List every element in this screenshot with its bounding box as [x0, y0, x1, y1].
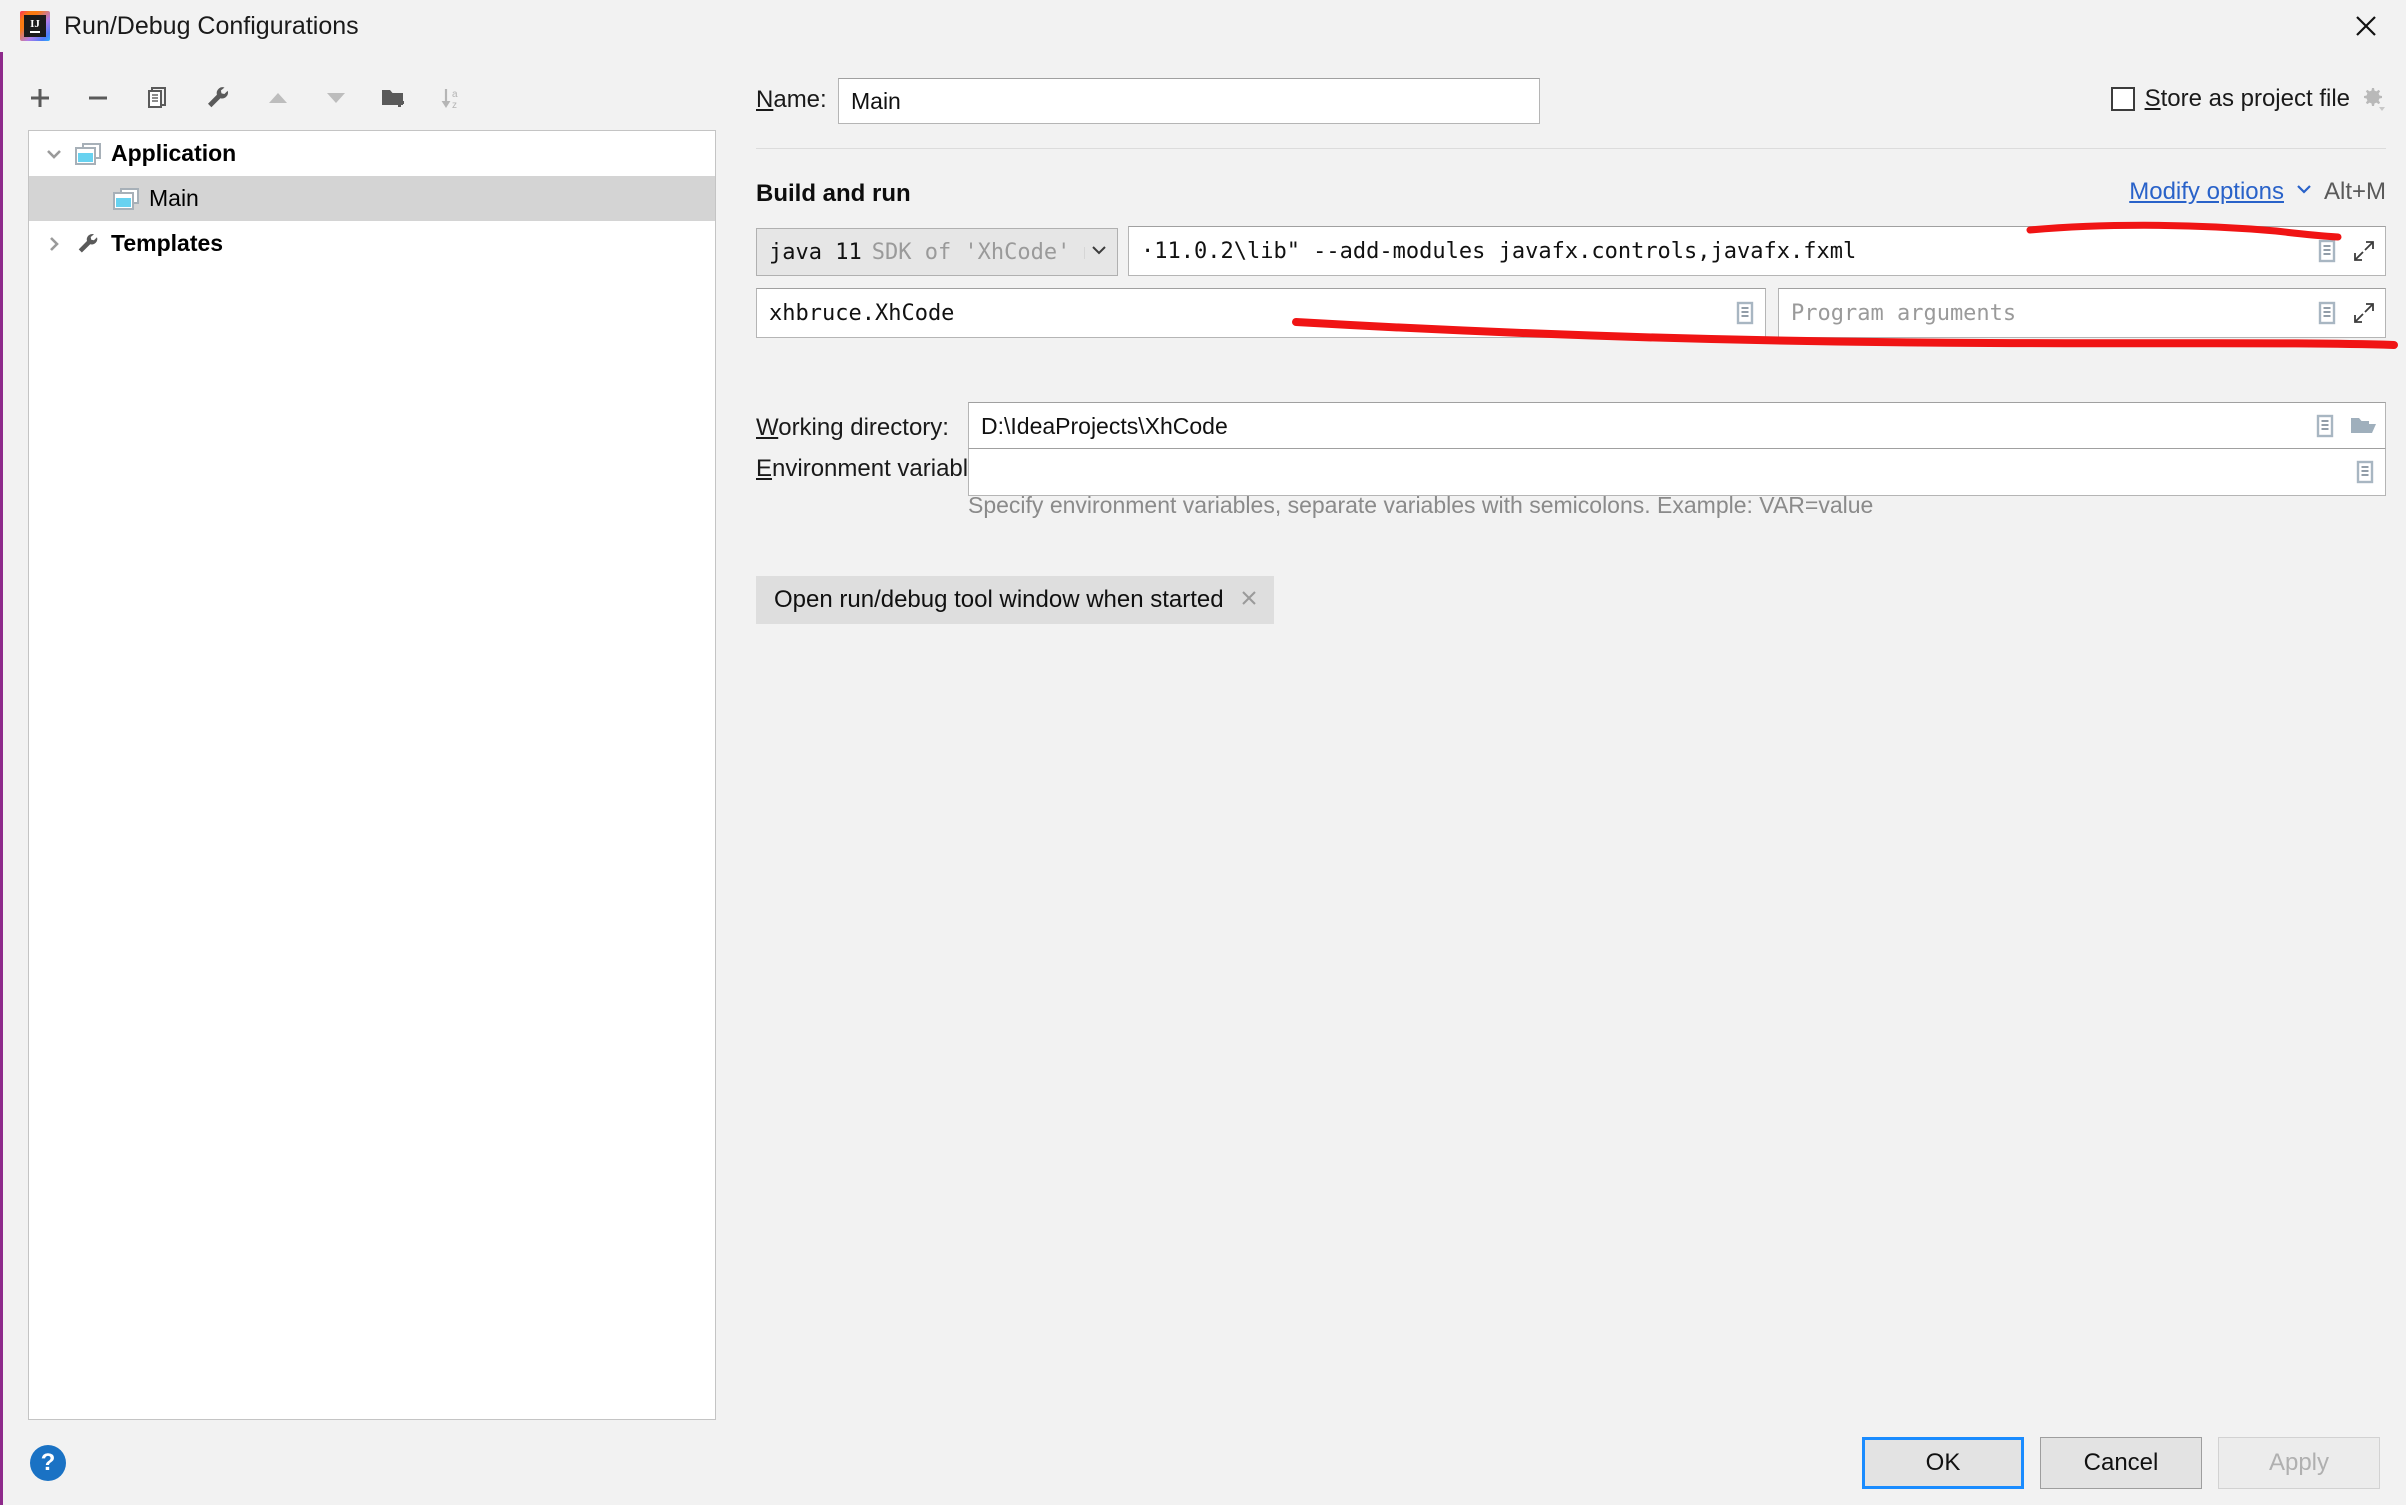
modify-options-group: Modify options Alt+M [2129, 178, 2386, 206]
macro-list-icon[interactable] [2315, 238, 2339, 264]
chip-label: Open run/debug tool window when started [774, 586, 1224, 613]
gear-icon[interactable] [2360, 86, 2386, 112]
name-input[interactable]: Main [838, 78, 1540, 124]
configuration-editor-pane: Name: Main Store as project file Build a… [756, 60, 2386, 1390]
main-class-input[interactable]: xhbruce.XhCode [756, 288, 1766, 338]
folder-open-icon[interactable] [2349, 414, 2377, 438]
add-configuration-button[interactable] [20, 78, 60, 118]
vm-options-value: ·11.0.2\lib" --add-modules javafx.contro… [1141, 238, 1857, 264]
close-icon[interactable] [2344, 6, 2388, 46]
chevron-down-icon[interactable] [37, 131, 71, 176]
working-directory-input[interactable]: D:\IdeaProjects\XhCode [968, 402, 2386, 450]
tree-node-main[interactable]: Main [29, 176, 715, 221]
dialog-button-bar: OK Cancel Apply [1862, 1437, 2380, 1489]
store-as-project-file-checkbox[interactable]: Store as project file [2110, 84, 2386, 114]
expand-icon[interactable] [2351, 300, 2377, 326]
intellij-idea-logo-icon: IJ [20, 11, 50, 41]
move-down-button[interactable] [316, 78, 356, 118]
jre-combobox[interactable]: java 11 SDK of 'XhCode' mod [756, 228, 1118, 276]
checkbox-box[interactable] [2110, 87, 2135, 111]
modify-options-link[interactable]: Modify options [2129, 178, 2284, 206]
program-arguments-placeholder: Program arguments [1791, 300, 2017, 326]
environment-variables-input[interactable] [968, 448, 2386, 496]
copy-configuration-button[interactable] [138, 78, 178, 118]
build-and-run-title: Build and run [756, 180, 911, 207]
application-icon [71, 131, 105, 176]
tree-node-label: Main [149, 185, 199, 211]
chevron-down-icon[interactable] [1089, 240, 1109, 265]
environment-variables-hint: Specify environment variables, separate … [968, 492, 1874, 518]
cancel-button[interactable]: Cancel [2040, 1437, 2202, 1489]
vm-options-input[interactable]: ·11.0.2\lib" --add-modules javafx.contro… [1128, 226, 2386, 276]
expand-icon[interactable] [2351, 238, 2377, 264]
tree-node-application[interactable]: Application [29, 131, 715, 176]
ok-button[interactable]: OK [1862, 1437, 2024, 1489]
macro-list-icon[interactable] [2313, 413, 2337, 439]
jre-value: java 11 [769, 239, 862, 265]
name-input-value: Main [851, 87, 901, 114]
name-row: Name: [756, 85, 827, 115]
help-question-icon: ? [40, 1449, 56, 1476]
main-class-value: xhbruce.XhCode [769, 300, 955, 326]
chevron-right-icon[interactable] [37, 221, 71, 266]
remove-configuration-button[interactable] [78, 78, 118, 118]
modify-options-shortcut: Alt+M [2323, 178, 2386, 205]
name-label: Name: [756, 86, 827, 113]
store-as-project-file-label: Store as project file [2144, 85, 2350, 112]
run-debug-configurations-dialog: IJ Run/Debug Configurations a z Applicat… [0, 0, 2406, 1505]
open-tool-window-chip[interactable]: Open run/debug tool window when started [756, 576, 1274, 624]
application-icon [109, 176, 143, 221]
jre-sub-value: SDK of 'XhCode' mod [871, 239, 1085, 265]
working-directory-value: D:\IdeaProjects\XhCode [981, 412, 1228, 439]
sort-alphabetically-button[interactable]: a z [432, 78, 472, 118]
svg-text:a: a [452, 89, 458, 100]
edit-templates-wrench-icon[interactable] [198, 78, 238, 118]
section-divider [756, 148, 2386, 149]
configurations-tree: Application Main Templates [28, 130, 716, 1420]
tree-node-templates[interactable]: Templates [29, 221, 715, 266]
window-accent-strip [0, 0, 3, 1505]
macro-list-icon[interactable] [2315, 300, 2339, 326]
chevron-down-icon[interactable] [2294, 179, 2314, 205]
wrench-icon [71, 221, 105, 266]
tree-node-label: Application [111, 140, 237, 166]
tree-node-label: Templates [111, 230, 224, 256]
help-button[interactable]: ? [30, 1445, 66, 1481]
close-small-icon[interactable] [1238, 585, 1260, 616]
program-arguments-input[interactable]: Program arguments [1778, 288, 2386, 338]
move-up-button[interactable] [258, 78, 298, 118]
macro-list-icon[interactable] [2353, 459, 2377, 485]
macro-list-icon[interactable] [1733, 300, 1757, 326]
window-title: Run/Debug Configurations [64, 12, 359, 40]
apply-button: Apply [2218, 1437, 2380, 1489]
svg-text:z: z [452, 100, 457, 111]
configurations-toolbar: a z [20, 78, 480, 118]
title-bar: IJ Run/Debug Configurations [0, 0, 2406, 52]
new-folder-button[interactable] [374, 78, 414, 118]
